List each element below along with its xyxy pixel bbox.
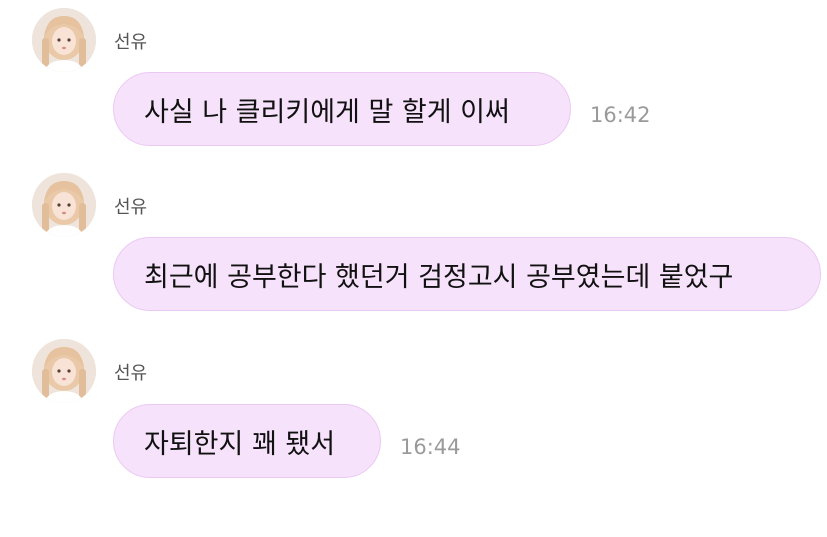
sender-name: 선유 — [114, 32, 148, 53]
message-bubble[interactable]: 자퇴한지 꽤 됐서 — [113, 404, 381, 478]
message-timestamp: 16:44 — [400, 435, 461, 459]
profile-photo-icon — [32, 173, 96, 237]
sender-name: 선유 — [114, 197, 148, 218]
profile-photo-icon — [32, 339, 96, 403]
profile-photo-icon — [32, 8, 96, 72]
sender-avatar[interactable] — [32, 339, 96, 403]
message-timestamp: 16:42 — [590, 103, 651, 127]
sender-avatar[interactable] — [32, 173, 96, 237]
message-bubble[interactable]: 사실 나 클리키에게 말 할게 이써 — [113, 72, 571, 146]
sender-name: 선유 — [114, 363, 148, 384]
message-bubble[interactable]: 최근에 공부한다 했던거 검정고시 공부였는데 붙었구 — [113, 237, 821, 311]
sender-avatar[interactable] — [32, 8, 96, 72]
